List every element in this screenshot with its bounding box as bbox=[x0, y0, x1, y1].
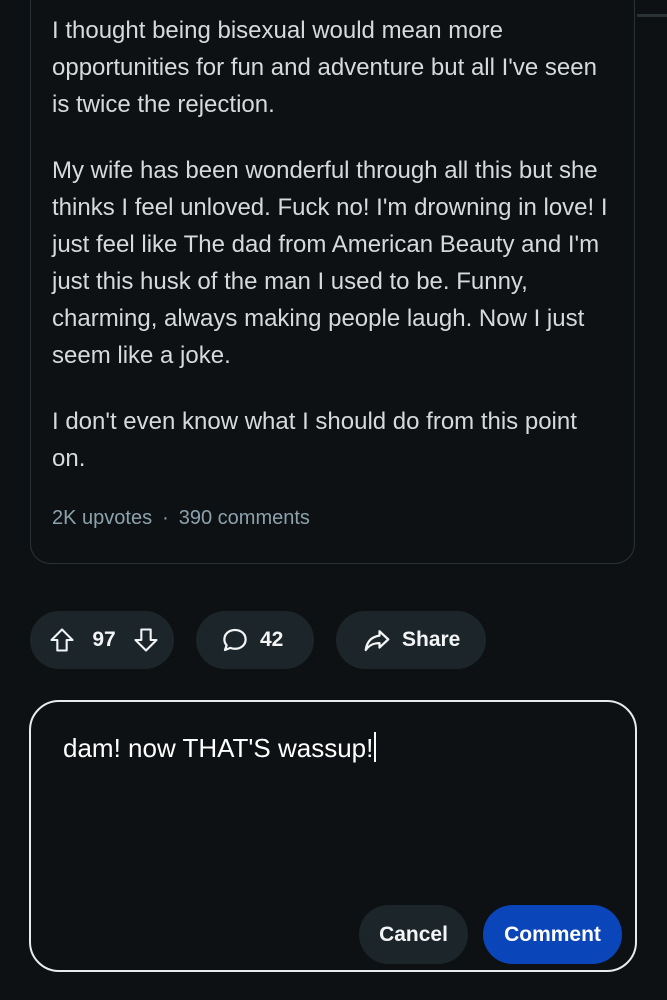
post-stats: 2K upvotes · 390 comments bbox=[52, 507, 310, 530]
share-label: Share bbox=[402, 628, 461, 651]
post-paragraph: I don't even know what I should do from … bbox=[52, 408, 577, 472]
post-body: I thought being bisexual would mean more… bbox=[52, 12, 612, 506]
reply-composer[interactable]: dam! now THAT'S wassup! Cancel Comment bbox=[29, 700, 637, 972]
stats-separator: · bbox=[162, 507, 169, 529]
cancel-button[interactable]: Cancel bbox=[359, 905, 468, 964]
comment-bubble-icon bbox=[220, 625, 250, 655]
comment-submit-button[interactable]: Comment bbox=[483, 905, 622, 964]
vote-bar: 97 bbox=[30, 611, 174, 669]
scroll-edge-mark bbox=[637, 14, 667, 17]
share-button[interactable]: Share bbox=[336, 611, 486, 669]
post-paragraph: My wife has been wonderful through all t… bbox=[52, 157, 608, 369]
reply-input[interactable]: dam! now THAT'S wassup! bbox=[63, 732, 377, 764]
vote-count: 97 bbox=[92, 628, 116, 651]
upvote-icon[interactable] bbox=[48, 626, 76, 654]
comments-count-label: 42 bbox=[260, 628, 284, 651]
post-paragraph: I thought being bisexual would mean more… bbox=[52, 17, 597, 118]
text-cursor bbox=[374, 732, 377, 762]
comments-button[interactable]: 42 bbox=[196, 611, 314, 669]
reply-input-text: dam! now THAT'S wassup! bbox=[63, 733, 374, 763]
downvote-icon[interactable] bbox=[132, 626, 160, 654]
comment-count-text[interactable]: 390 comments bbox=[179, 507, 310, 529]
share-arrow-icon bbox=[362, 625, 392, 655]
upvote-count-text: 2K upvotes bbox=[52, 507, 153, 529]
